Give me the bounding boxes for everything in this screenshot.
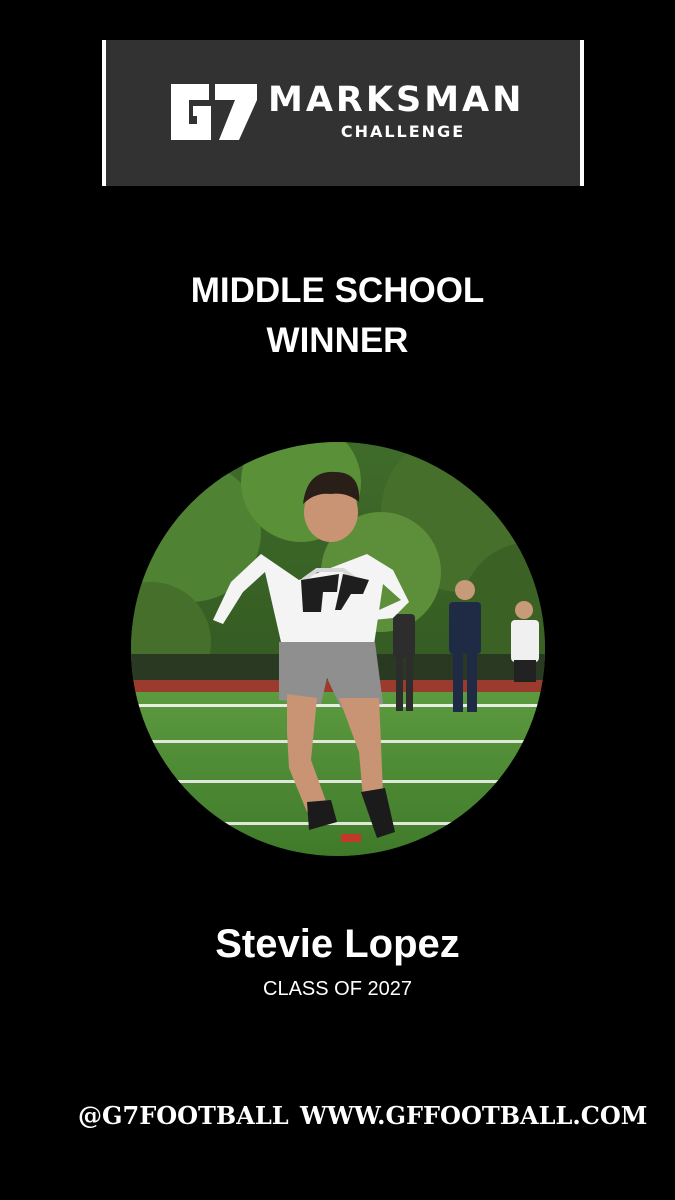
- athlete-photo: [131, 442, 545, 856]
- athlete-class-year: CLASS OF 2027: [263, 978, 412, 1000]
- social-handle-link[interactable]: @G7FOOTBALL: [78, 1100, 289, 1132]
- athlete-name: Stevie Lopez: [215, 922, 460, 966]
- g7-logo-icon: [171, 84, 257, 140]
- brand-title: MARKSMAN: [268, 80, 525, 120]
- website-link[interactable]: WWW.GFFOOTBALL.COM: [300, 1100, 647, 1132]
- award-title-line2: WINNER: [266, 321, 409, 360]
- header-banner: MARKSMAN CHALLENGE: [102, 40, 584, 186]
- award-title-line1: MIDDLE SCHOOL: [190, 271, 485, 310]
- brand-subtitle: CHALLENGE: [340, 122, 466, 141]
- athlete-photo-illustration: [131, 442, 545, 856]
- award-title: MIDDLE SCHOOL WINNER: [0, 266, 675, 366]
